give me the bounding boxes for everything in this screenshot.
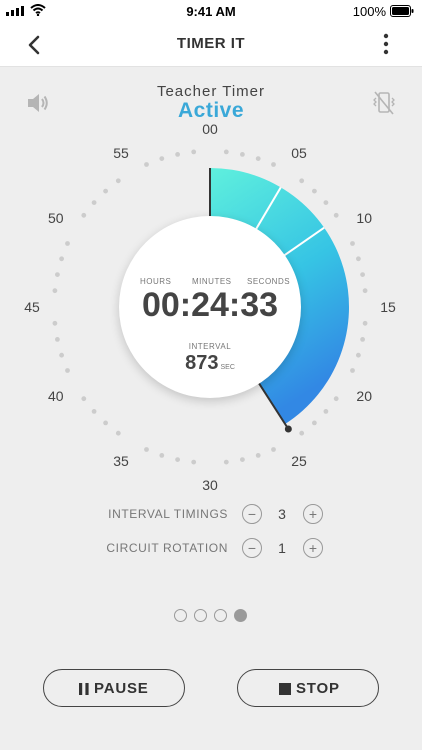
dial-tick-dot [299, 430, 305, 436]
dial-tick-dot [52, 320, 58, 326]
dial-minute-label: 30 [202, 477, 218, 493]
page-indicator [174, 609, 254, 625]
dial-tick-dot [333, 396, 339, 402]
countdown-display: 00:24:33 [141, 286, 279, 324]
dial-tick-dot [159, 453, 165, 458]
dial-tick-dot [360, 272, 365, 277]
page-dot[interactable] [214, 609, 227, 622]
circuit-rotation-increment-button[interactable]: + [303, 538, 323, 558]
dial-tick-dot [360, 337, 365, 342]
dial-tick-dot [356, 352, 361, 358]
interval-unit: SEC [220, 364, 235, 371]
dial-tick-dot [333, 212, 339, 218]
dial-tick-dot [312, 188, 317, 194]
dial-tick-dot [159, 156, 165, 162]
circuit-rotation-value: 1 [278, 540, 286, 556]
dial-tick-dot [362, 288, 368, 294]
seconds-label: SECONDS [247, 277, 291, 286]
dial-tick-dot [323, 409, 329, 414]
dial-tick-dot [271, 447, 276, 452]
timer-face: HOURS MINUTES SECONDS 00:24:33 INTERVAL … [119, 216, 301, 398]
page-dot-active[interactable] [234, 609, 247, 622]
dial-tick-dot [191, 149, 197, 155]
dial-tick-dot [362, 320, 368, 326]
dial-tick-dot [59, 256, 64, 262]
pause-button[interactable]: PAUSE [43, 669, 185, 707]
dial-tick-dot [175, 152, 181, 157]
dial-tick-dot [240, 152, 245, 157]
stop-label: STOP [296, 680, 340, 697]
dial-minute-label: 55 [113, 145, 129, 161]
dial-tick-dot [52, 288, 58, 294]
circuit-rotation-row: CIRCUIT ROTATION − 1 + [96, 537, 336, 561]
pause-label: PAUSE [94, 680, 149, 697]
dial-tick-dot [103, 188, 108, 194]
circuit-rotation-label: CIRCUIT ROTATION [106, 541, 228, 555]
pause-icon [79, 683, 89, 695]
stop-button[interactable]: STOP [237, 669, 379, 707]
dial-tick-dot [144, 162, 149, 167]
dial-tick-dot [255, 156, 261, 162]
interval-timings-increment-button[interactable]: + [303, 504, 323, 524]
dial-tick-dot [312, 420, 317, 426]
dial-tick-dot [356, 256, 361, 262]
dial-minute-label: 25 [291, 453, 307, 469]
dial-tick-dot [144, 447, 149, 452]
dial-tick-dot [55, 337, 60, 342]
dial-tick-dot [323, 200, 329, 206]
hand-knob[interactable] [284, 425, 292, 433]
circuit-rotation-decrement-button[interactable]: − [242, 538, 262, 558]
interval-timings-label: INTERVAL TIMINGS [108, 507, 228, 521]
interval-timings-decrement-button[interactable]: − [242, 504, 262, 524]
dial-tick-dot [103, 420, 108, 426]
dial-minute-label: 20 [356, 388, 372, 404]
interval-value: 873 [185, 352, 219, 374]
dial-tick-dot [81, 212, 87, 218]
dial-tick-dot [59, 352, 64, 358]
stop-icon [279, 683, 291, 695]
dial-minute-label: 10 [356, 210, 372, 226]
dial-minute-label: 45 [24, 299, 40, 315]
dial-tick-dot [55, 272, 60, 277]
interval-readout: 873 SEC [119, 352, 301, 375]
dial-tick-dot [255, 453, 261, 458]
minutes-label: MINUTES [192, 277, 232, 286]
page-dot[interactable] [194, 609, 207, 622]
dial-tick-dot [175, 457, 181, 462]
dial-tick-dot [223, 149, 229, 155]
dial-tick-dot [271, 162, 276, 167]
dial-tick-dot [115, 430, 121, 436]
dial-tick-dot [115, 178, 121, 184]
interval-timings-row: INTERVAL TIMINGS − 3 + [96, 503, 336, 527]
dial-tick-dot [65, 368, 70, 373]
dial-tick-dot [191, 459, 197, 465]
interval-timings-value: 3 [278, 506, 286, 522]
dial-tick-dot [91, 200, 97, 206]
hours-label: HOURS [140, 277, 172, 286]
dial-tick-dot [350, 368, 355, 373]
dial-minute-label: 15 [380, 299, 396, 315]
dial-minute-label: 05 [291, 145, 307, 161]
dial-tick-dot [350, 241, 355, 246]
dial-minute-label: 40 [48, 388, 64, 404]
interval-label: INTERVAL [188, 342, 232, 351]
dial-minute-label: 50 [48, 210, 64, 226]
dial-tick-dot [91, 409, 97, 414]
dial-minute-label: 35 [113, 453, 129, 469]
dial-minute-label: 00 [202, 121, 218, 137]
dial-tick-dot [65, 241, 70, 246]
page-dot[interactable] [174, 609, 187, 622]
dial-tick-dot [299, 178, 305, 184]
dial-tick-dot [81, 396, 87, 402]
dial-tick-dot [223, 459, 229, 465]
dial-tick-dot [240, 457, 245, 462]
